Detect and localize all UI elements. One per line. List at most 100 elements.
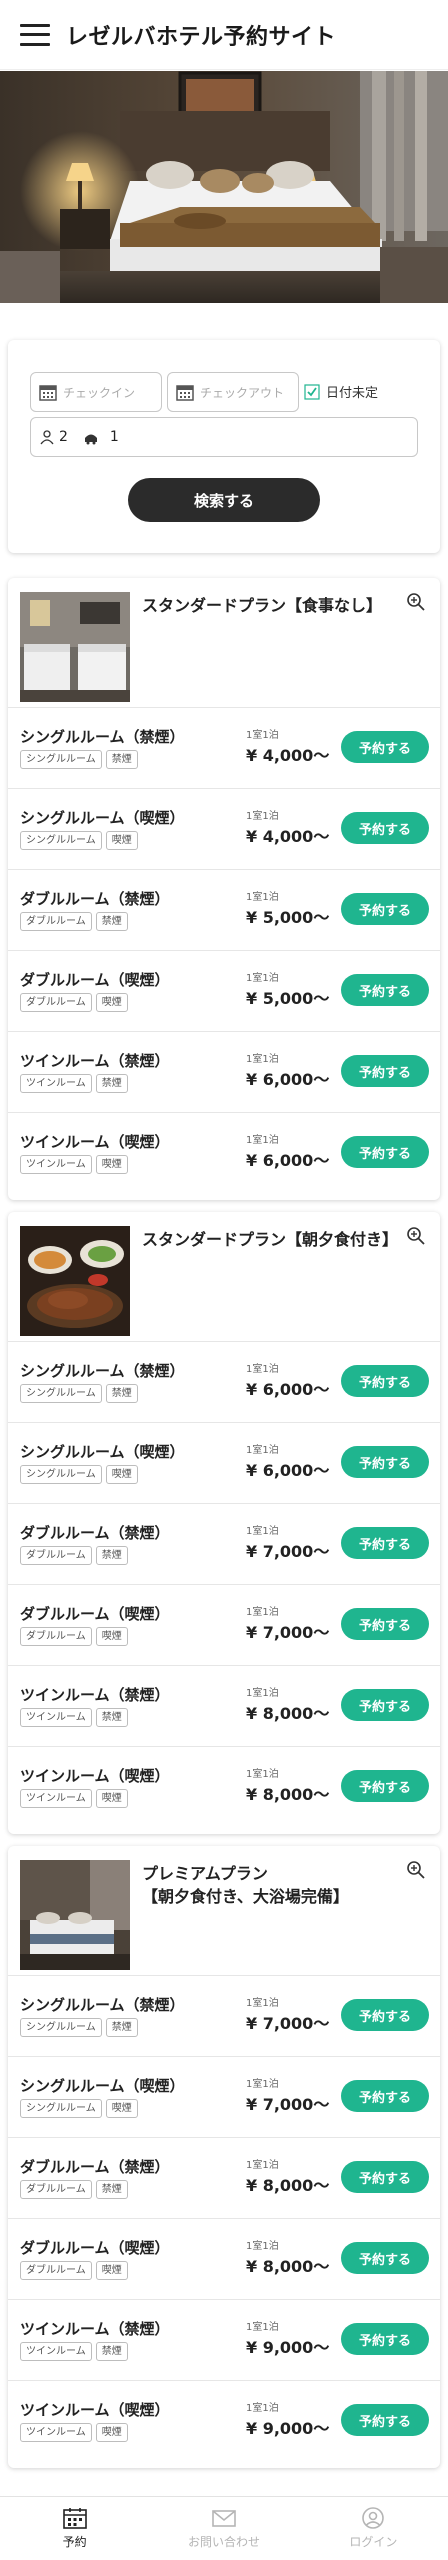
reserve-button[interactable]: 予約する [341, 1770, 429, 1802]
reserve-button[interactable]: 予約する [341, 812, 429, 844]
room-price: ¥ 6,000〜 [246, 1461, 330, 1480]
room-row: ツインルーム（禁煙） ツインルーム 禁煙 1室1泊 ¥ 8,000〜 予約する [8, 1666, 440, 1747]
reserve-button[interactable]: 予約する [341, 2242, 429, 2274]
calendar-icon [39, 385, 57, 401]
reserve-button[interactable]: 予約する [341, 2323, 429, 2355]
reserve-button[interactable]: 予約する [341, 2080, 429, 2112]
room-tag: 禁煙 [105, 1384, 138, 1403]
reserve-button[interactable]: 予約する [341, 2404, 429, 2436]
room-row: ダブルルーム（禁煙） ダブルルーム 禁煙 1室1泊 ¥ 7,000〜 予約する [8, 1504, 440, 1585]
room-tags: ダブルルーム 喫煙 [20, 993, 128, 1012]
search-button[interactable]: 検索する [128, 478, 320, 522]
plan-title: スタンダードプラン【朝夕食付き】 [142, 1230, 399, 1249]
reserve-button[interactable]: 予約する [341, 1527, 429, 1559]
plan-header: プレミアムプラン 【朝夕食付き、大浴場完備】 [8, 1846, 440, 1976]
room-tag: ツインルーム [20, 1708, 92, 1727]
reserve-button[interactable]: 予約する [341, 1365, 429, 1397]
room-tags: ツインルーム 喫煙 [20, 1155, 128, 1174]
checkin-field[interactable]: チェックイン [30, 372, 162, 412]
plan-card: スタンダードプラン【朝夕食付き】 シングルルーム（禁煙） シングルルーム 禁煙 1室1… [8, 1212, 440, 1834]
zoom-in-icon[interactable] [406, 592, 426, 612]
room-row: ツインルーム（禁煙） ツインルーム 禁煙 1室1泊 ¥ 6,000〜 予約する [8, 1032, 440, 1113]
room-tag: シングルルーム [20, 1465, 102, 1484]
room-tag: 喫煙 [95, 1627, 128, 1646]
room-name: シングルルーム（禁煙） [20, 728, 185, 746]
nav-item-contact[interactable]: お問い合わせ [149, 2497, 298, 2560]
guests-field[interactable]: 2 1 [30, 417, 418, 457]
checkout-placeholder: チェックアウト [200, 385, 285, 400]
room-row: ツインルーム（喫煙） ツインルーム 喫煙 1室1泊 ¥ 6,000〜 予約する [8, 1113, 440, 1194]
site-title: レゼルバホテル予約サイト [66, 24, 337, 50]
room-tag: ツインルーム [20, 2342, 92, 2361]
room-tag: 禁煙 [95, 1708, 128, 1727]
reserve-button[interactable]: 予約する [341, 893, 429, 925]
price-unit-label: 1室1泊 [246, 892, 279, 903]
plan-header: スタンダードプラン【朝夕食付き】 [8, 1212, 440, 1342]
room-tag: 禁煙 [105, 750, 138, 769]
checkout-field[interactable]: チェックアウト [167, 372, 299, 412]
room-tag: ダブルルーム [20, 1627, 92, 1646]
room-tags: ツインルーム 禁煙 [20, 1708, 128, 1727]
price-unit-label: 1室1泊 [246, 1688, 279, 1699]
price-unit-label: 1室1泊 [246, 2160, 279, 2171]
room-row: シングルルーム（喫煙） シングルルーム 喫煙 1室1泊 ¥ 6,000〜 予約する [8, 1423, 440, 1504]
room-name: ダブルルーム（喫煙） [20, 2239, 170, 2257]
plan-thumbnail-image [20, 1226, 130, 1336]
date-undecided-checkbox[interactable]: 日付未定 [304, 382, 378, 401]
price-unit-label: 1室1泊 [246, 1769, 279, 1780]
price-unit-label: 1室1泊 [246, 1526, 279, 1537]
room-tag: 禁煙 [95, 2180, 128, 2199]
room-tags: ツインルーム 禁煙 [20, 2342, 128, 2361]
room-row: シングルルーム（禁煙） シングルルーム 禁煙 1室1泊 ¥ 6,000〜 予約する [8, 1342, 440, 1423]
calendar-icon [62, 2508, 87, 2529]
reserve-button[interactable]: 予約する [341, 1136, 429, 1168]
room-row: シングルルーム（喫煙） シングルルーム 喫煙 1室1泊 ¥ 7,000〜 予約する [8, 2057, 440, 2138]
plan-header: スタンダードプラン【食事なし】 [8, 578, 440, 708]
room-tag: ダブルルーム [20, 2261, 92, 2280]
reserve-button[interactable]: 予約する [341, 1055, 429, 1087]
zoom-in-icon[interactable] [406, 1226, 426, 1246]
nav-label: お問い合わせ [187, 2535, 260, 2549]
room-name: ツインルーム（禁煙） [20, 1052, 170, 1070]
nav-item-login[interactable]: ログイン [299, 2497, 448, 2560]
room-price: ¥ 5,000〜 [246, 989, 330, 1008]
room-name: ダブルルーム（禁煙） [20, 890, 170, 908]
child-icon [84, 434, 97, 445]
room-tags: ダブルルーム 禁煙 [20, 2180, 128, 2199]
user-icon [362, 2507, 385, 2529]
room-name: ダブルルーム（禁煙） [20, 2158, 170, 2176]
room-price: ¥ 8,000〜 [246, 2257, 330, 2276]
reserve-button[interactable]: 予約する [341, 1608, 429, 1640]
price-unit-label: 1室1泊 [246, 1364, 279, 1375]
room-tag: 喫煙 [95, 2423, 128, 2442]
price-unit-label: 1室1泊 [246, 2403, 279, 2414]
reserve-button[interactable]: 予約する [341, 1999, 429, 2031]
room-tag: 禁煙 [95, 1074, 128, 1093]
room-row: ツインルーム（喫煙） ツインルーム 喫煙 1室1泊 ¥ 9,000〜 予約する [8, 2381, 440, 2462]
room-row: シングルルーム（禁煙） シングルルーム 禁煙 1室1泊 ¥ 7,000〜 予約する [8, 1976, 440, 2057]
room-price: ¥ 9,000〜 [246, 2419, 330, 2438]
room-row: ダブルルーム（禁煙） ダブルルーム 禁煙 1室1泊 ¥ 5,000〜 予約する [8, 870, 440, 951]
hamburger-menu-icon[interactable] [20, 23, 50, 46]
room-price: ¥ 7,000〜 [246, 2014, 330, 2033]
room-name: ダブルルーム（喫煙） [20, 1605, 170, 1623]
reserve-button[interactable]: 予約する [341, 2161, 429, 2193]
reserve-button[interactable]: 予約する [341, 1446, 429, 1478]
plan-card: スタンダードプラン【食事なし】 シングルルーム（禁煙） シングルルーム 禁煙 1室1泊… [8, 578, 440, 1200]
zoom-in-icon[interactable] [406, 1860, 426, 1880]
reserve-button[interactable]: 予約する [341, 974, 429, 1006]
reserve-button[interactable]: 予約する [341, 1689, 429, 1721]
reserve-button[interactable]: 予約する [341, 731, 429, 763]
room-name: ダブルルーム（禁煙） [20, 1524, 170, 1542]
adult-person-icon [40, 430, 54, 445]
room-tags: ダブルルーム 喫煙 [20, 2261, 128, 2280]
room-tag: シングルルーム [20, 831, 102, 850]
bottom-navigation: 予約 お問い合わせ ログイン [0, 2496, 448, 2560]
room-tag: ダブルルーム [20, 993, 92, 1012]
room-tags: シングルルーム 禁煙 [20, 1384, 138, 1403]
nav-item-reservation[interactable]: 予約 [0, 2497, 149, 2560]
room-tag: シングルルーム [20, 750, 102, 769]
room-tag: ダブルルーム [20, 912, 92, 931]
mail-icon [212, 2510, 236, 2527]
room-tag: 喫煙 [95, 1155, 128, 1174]
